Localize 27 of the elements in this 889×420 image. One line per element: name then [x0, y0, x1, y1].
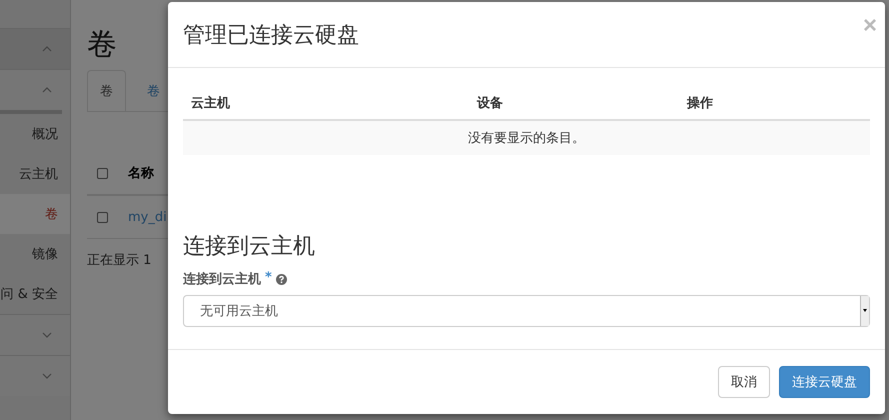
chevron-down-icon[interactable]: [42, 373, 52, 379]
field-label: 连接到云主机: [183, 270, 261, 288]
sidebar-item[interactable]: 问 & 安全: [0, 274, 70, 314]
sidebar-item[interactable]: 概况: [0, 114, 70, 154]
modal-title: 管理已连接云硬盘: [183, 22, 359, 50]
sidebar-item[interactable]: 镜像: [0, 234, 70, 274]
sidebar-item[interactable]: 卷: [0, 194, 70, 234]
empty-message: 没有要显示的条目。: [183, 121, 870, 155]
checkbox[interactable]: [97, 168, 108, 178]
item-count: 正在显示 1: [87, 252, 152, 269]
cancel-button[interactable]: 取消: [718, 366, 770, 398]
tab[interactable]: 卷: [87, 70, 126, 111]
instance-select[interactable]: 无可用云主机: [183, 295, 870, 327]
close-button[interactable]: ×: [862, 12, 877, 40]
required-mark: *: [265, 270, 272, 285]
chevron-down-icon[interactable]: [42, 332, 52, 338]
attach-button[interactable]: 连接云硬盘: [779, 366, 870, 398]
sidebar-item[interactable]: 云主机: [0, 154, 70, 194]
page-title: 卷: [87, 26, 118, 64]
column-header: 名称: [128, 165, 154, 182]
chevron-up-icon[interactable]: [42, 87, 52, 93]
volume-link[interactable]: my_di: [128, 210, 167, 224]
caret-icon[interactable]: [860, 296, 869, 326]
checkbox[interactable]: [97, 212, 108, 222]
chevron-up-icon[interactable]: [42, 46, 52, 52]
help-icon[interactable]: [276, 274, 287, 284]
section-title: 连接到云主机: [183, 233, 316, 261]
